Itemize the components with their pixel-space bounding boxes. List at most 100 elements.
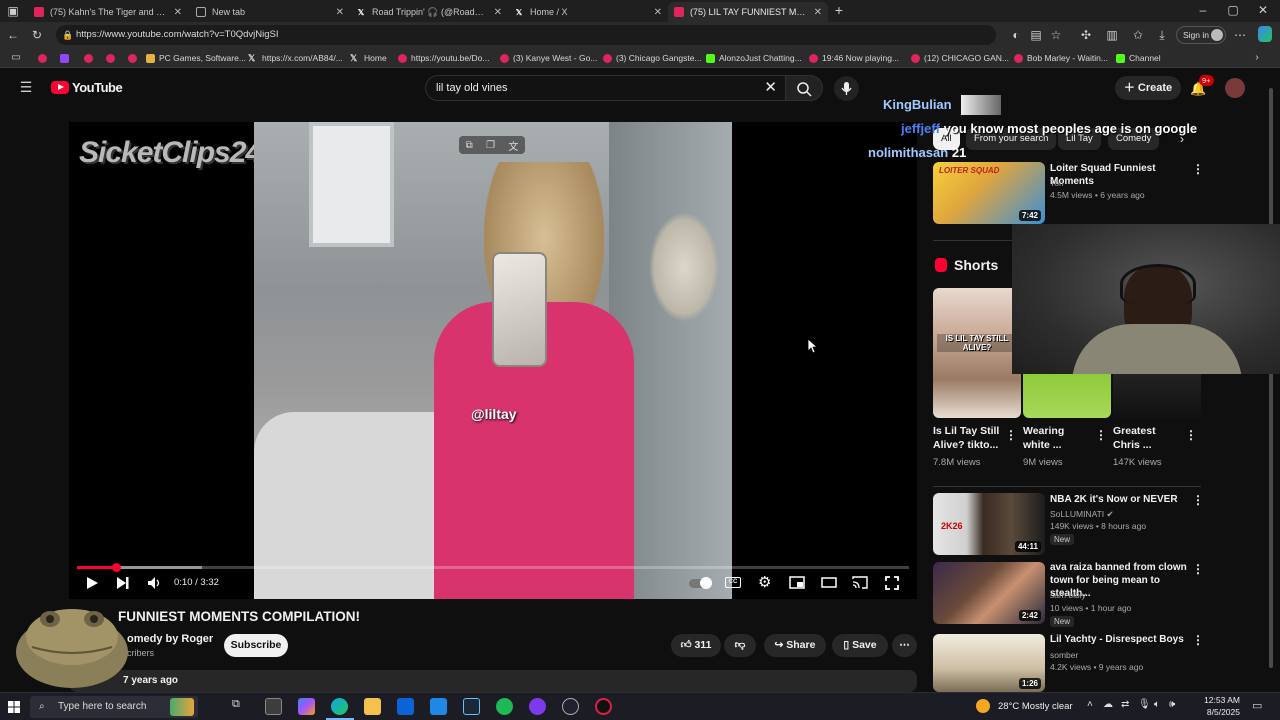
kebab-menu-icon[interactable]: ⋮ — [1095, 428, 1107, 442]
bookmark-channel[interactable]: Channel — [1116, 51, 1161, 65]
short-title-2[interactable]: Wearing white ... — [1023, 424, 1064, 452]
page-scrollbar[interactable] — [1268, 80, 1274, 680]
bookmark-youtube-4[interactable] — [128, 51, 141, 65]
voice-search-button[interactable] — [834, 76, 859, 101]
steam-icon[interactable] — [463, 698, 480, 715]
taskbar-search-input[interactable]: ⌕ Type here to search — [30, 696, 198, 718]
tray-speaker-icon[interactable]: 🔈︎ — [1154, 699, 1160, 710]
copilot-icon[interactable] — [298, 698, 315, 715]
video-channel[interactable]: somber — [1050, 649, 1078, 661]
bookmark-pc-games[interactable]: PC Games, Software... — [146, 51, 246, 65]
video-title[interactable]: Lil Yachty - Disrespect Boys — [1050, 633, 1190, 646]
spotify-icon[interactable] — [496, 698, 513, 715]
tab-actions-icon[interactable]: ▣ — [6, 4, 20, 18]
more-actions-button[interactable]: ⋯ — [892, 634, 917, 657]
channel-name[interactable]: omedy by Roger — [127, 633, 213, 645]
favorite-star-icon[interactable]: ☆ — [1050, 28, 1062, 42]
bookmark-youtube-2[interactable] — [84, 51, 97, 65]
video-title[interactable]: NBA 2K it's Now or NEVER — [1050, 493, 1190, 506]
close-icon[interactable]: ✕ — [494, 7, 502, 18]
bookmark-bob-marley[interactable]: Bob Marley - Waitin... — [1014, 51, 1108, 65]
split-icon[interactable]: ▤ — [1030, 28, 1042, 42]
volume-icon[interactable] — [147, 576, 161, 590]
weather-text[interactable]: 28°C Mostly clear — [998, 701, 1073, 712]
copy-icon[interactable]: ❐ — [486, 140, 495, 151]
sign-in-button[interactable]: Sign in — [1176, 26, 1226, 44]
bookmark-kanye[interactable]: (3) Kanye West - Go... — [500, 51, 597, 65]
url-input[interactable]: 🔒 https://www.youtube.com/watch?v=T0Qdvj… — [56, 25, 996, 45]
captions-icon[interactable]: CC — [725, 577, 741, 588]
youtube-logo[interactable]: YouTube — [51, 80, 123, 95]
close-icon[interactable]: ✕ — [814, 7, 822, 18]
settings-gear-icon[interactable]: ⚙ — [758, 573, 771, 591]
windows-start-icon[interactable] — [8, 701, 20, 713]
clock-date[interactable]: 8/5/2025 — [1200, 707, 1240, 717]
save-button[interactable]: ▯ Save — [832, 634, 888, 657]
bookmarks-menu-icon[interactable]: ▭ — [10, 51, 22, 65]
next-icon[interactable] — [116, 576, 130, 590]
cast-icon[interactable] — [852, 576, 868, 589]
discord-icon[interactable] — [529, 698, 546, 715]
tab-3[interactable]: 𝕏 Road Trippin' 🎧 (@RoadTrippinP ✕ — [350, 2, 508, 22]
tab-5-active[interactable]: (75) LIL TAY FUNNIEST MOMENT ✕ — [668, 2, 828, 22]
more-menu-icon[interactable]: ⋯ — [1234, 28, 1246, 42]
tray-network-icon[interactable]: ⇄ — [1121, 699, 1129, 710]
close-icon[interactable]: ✕ — [336, 7, 344, 18]
bookmark-home[interactable]: 𝕏 Home — [350, 51, 387, 65]
account-avatar[interactable] — [1225, 78, 1245, 98]
photos-icon[interactable] — [430, 698, 447, 715]
video-thumbnail[interactable]: 2:42 — [933, 562, 1045, 624]
copilot-icon[interactable] — [1258, 26, 1272, 42]
autoplay-toggle[interactable] — [689, 577, 712, 589]
play-icon[interactable] — [85, 576, 99, 590]
short-title-1[interactable]: Is Lil Tay Still Alive? tikto... — [933, 424, 999, 452]
short-title-3[interactable]: Greatest Chris ... — [1113, 424, 1156, 452]
kebab-menu-icon[interactable]: ⋮ — [1192, 493, 1204, 507]
video-player[interactable]: SicketClips247 @liltay ⧉ ❐ 文 — [69, 122, 917, 599]
bookmark-youtube-3[interactable] — [106, 51, 119, 65]
window-close-icon[interactable]: ✕ — [1256, 3, 1270, 17]
tray-app-icon[interactable]: ☁ — [1103, 699, 1113, 710]
share-button[interactable]: ↪ Share — [764, 634, 826, 657]
obs-icon[interactable] — [562, 698, 579, 715]
video-overlay-toolbar[interactable]: ⧉ ❐ 文 — [459, 136, 525, 154]
scrollbar-thumb[interactable] — [1269, 88, 1273, 668]
refresh-icon[interactable]: ↻ — [30, 28, 44, 42]
kebab-menu-icon[interactable]: ⋮ — [1005, 428, 1017, 442]
video-thumbnail[interactable]: 2K26 44:11 — [933, 493, 1045, 555]
bookmark-youtube[interactable] — [38, 51, 51, 65]
outlook-icon[interactable] — [397, 698, 414, 715]
minimize-icon[interactable]: – — [1196, 3, 1210, 17]
notification-center-icon[interactable]: ▭ — [1252, 699, 1262, 712]
maximize-icon[interactable]: ▢ — [1226, 3, 1240, 17]
clock-time[interactable]: 12:53 AM — [1204, 695, 1240, 705]
kebab-menu-icon[interactable]: ⋮ — [1192, 162, 1204, 176]
video-channel[interactable]: sam bibly — [1050, 589, 1086, 601]
new-tab-plus-icon[interactable]: + — [832, 3, 846, 17]
picture-in-picture-icon[interactable]: ⧉ — [466, 140, 473, 151]
tab-2[interactable]: New tab ✕ — [190, 2, 350, 22]
tab-4[interactable]: 𝕏 Home / X ✕ — [508, 2, 668, 22]
store-icon[interactable] — [265, 698, 282, 715]
description-box[interactable]: 7 years ago — [69, 670, 917, 692]
recording-app-icon[interactable] — [595, 698, 612, 715]
bookmark-now-playing[interactable]: 19:46 Now playing... — [809, 51, 899, 65]
download-icon[interactable]: ⤓ — [1156, 28, 1168, 42]
file-explorer-icon[interactable] — [364, 698, 381, 715]
video-title[interactable]: Loiter Squad Funniest Moments — [1050, 162, 1190, 188]
create-button[interactable]: ＋ Create — [1115, 76, 1181, 100]
search-input[interactable]: lil tay old vines ✕ — [425, 75, 790, 101]
video-thumbnail[interactable]: 1:26 — [933, 634, 1045, 692]
extension-icon[interactable]: ◐ — [1010, 28, 1022, 42]
close-icon[interactable]: ✕ — [174, 7, 182, 18]
fullscreen-icon[interactable] — [885, 576, 899, 590]
tray-volume-icon[interactable]: 🕪︎ — [1169, 699, 1175, 710]
tray-chevron-up-icon[interactable]: ˄ — [1087, 699, 1093, 710]
back-icon[interactable]: ← — [6, 28, 20, 42]
tray-mic-icon[interactable]: 🎙︎ — [1138, 699, 1151, 710]
bookmark-alonzo[interactable]: AlonzoJust Chatting... — [706, 51, 802, 65]
theater-mode-icon[interactable] — [821, 576, 837, 589]
bookmark-x-ab84[interactable]: 𝕏https://x.com/AB84/... — [248, 51, 343, 65]
hamburger-menu-icon[interactable]: ☰ — [18, 80, 34, 94]
bookmark-chicago-gan[interactable]: (12) CHICAGO GAN... — [911, 51, 1009, 65]
